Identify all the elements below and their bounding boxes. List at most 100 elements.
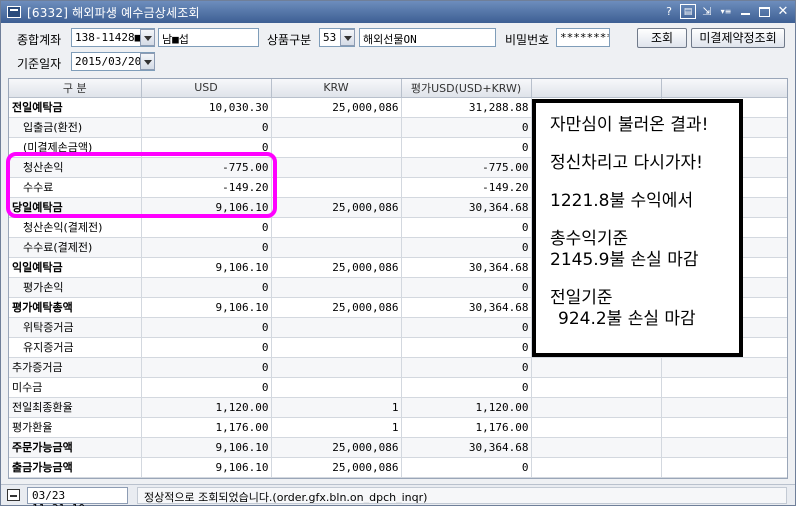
- row-label: 평가환율: [9, 417, 142, 438]
- query-row-account: 종합계좌 138-11428■ 남■섭 상품구분 53 해외선물ON 비밀번호 …: [1, 28, 795, 48]
- row-label: 청산손익(결제전): [9, 217, 142, 238]
- link-icon[interactable]: ⇲: [699, 4, 715, 19]
- usd-cell: 0: [141, 237, 272, 258]
- table-row[interactable]: 추가증거금 0 0: [9, 357, 787, 378]
- empty-cell: [661, 457, 787, 478]
- row-label: 전일예탁금: [9, 97, 142, 118]
- table-row[interactable]: 평가환율 1,176.00 1 1,176.00: [9, 417, 787, 438]
- annotation-note: 자만심이 불러온 결과! 정신차리고 다시가자! 1221.8불 수익에서 총수…: [532, 99, 743, 357]
- status-window-icon[interactable]: [7, 489, 20, 501]
- window-title: [6332] 해외파생 예수금상세조회: [27, 5, 200, 20]
- usd-cell: 0: [141, 117, 272, 138]
- empty-cell: [661, 437, 787, 458]
- close-icon[interactable]: ✕: [775, 4, 791, 19]
- eval-usd-cell: -775.00: [401, 157, 532, 178]
- row-label: 위탁증거금: [9, 317, 142, 338]
- krw-cell: 1: [271, 417, 402, 438]
- krw-cell: [271, 377, 402, 398]
- maximize-icon[interactable]: [756, 4, 772, 19]
- table-row[interactable]: 주문가능금액 9,106.10 25,000,086 30,364.68: [9, 437, 787, 458]
- note-line: 총수익기준: [550, 229, 629, 249]
- highlight-box: [6, 152, 277, 218]
- menu-icon[interactable]: ▾≡: [718, 4, 734, 19]
- table-row[interactable]: 출금가능금액 9,106.10 25,000,086 0: [9, 457, 787, 478]
- krw-cell: 1: [271, 397, 402, 418]
- note-line: 자만심이 불러온 결과!: [550, 115, 709, 135]
- krw-cell: [271, 217, 402, 238]
- krw-cell: [271, 117, 402, 138]
- status-time: 03/23 11:31:10: [27, 487, 128, 506]
- eval-usd-cell: 1,120.00: [401, 397, 532, 418]
- eval-usd-cell: 30,364.68: [401, 257, 532, 278]
- table-row[interactable]: 전일최종환율 1,120.00 1 1,120.00: [9, 397, 787, 418]
- note-spacer: [550, 174, 725, 191]
- unsettled-positions-button[interactable]: 미결제약정조회: [691, 28, 785, 48]
- eval-usd-cell: -149.20: [401, 177, 532, 198]
- row-label: 수수료(결제전): [9, 237, 142, 258]
- krw-cell: [271, 137, 402, 158]
- usd-cell: 0: [141, 377, 272, 398]
- query-row-date: 기준일자 2015/03/20: [1, 52, 795, 72]
- empty-cell: [531, 377, 662, 398]
- empty-cell: [531, 397, 662, 418]
- app-window-icon: [7, 6, 21, 18]
- krw-cell: [271, 177, 402, 198]
- eval-usd-cell: 30,364.68: [401, 297, 532, 318]
- row-label: 유지증거금: [9, 337, 142, 358]
- column-header-krw[interactable]: KRW: [271, 79, 402, 98]
- note-spacer: [550, 212, 725, 229]
- help-icon[interactable]: ?: [661, 4, 677, 19]
- status-message: 정상적으로 조회되었습니다.(order.gfx.bln.on_dpch_inq…: [137, 487, 787, 504]
- usd-cell: 9,106.10: [141, 257, 272, 278]
- row-label: 평가예탁총액: [9, 297, 142, 318]
- eval-usd-cell: 0: [401, 337, 532, 358]
- eval-usd-cell: 0: [401, 117, 532, 138]
- eval-usd-cell: 30,364.68: [401, 197, 532, 218]
- date-label: 기준일자: [17, 57, 62, 71]
- note-line: 1221.8불 수익에서: [550, 191, 694, 211]
- search-button[interactable]: 조회: [637, 28, 687, 48]
- note-spacer: [550, 136, 725, 153]
- column-header-empty-2: [661, 79, 787, 98]
- row-label: 주문가능금액: [9, 437, 142, 458]
- empty-cell: [531, 417, 662, 438]
- usd-cell: 1,120.00: [141, 397, 272, 418]
- password-input[interactable]: ********: [556, 28, 610, 47]
- usd-cell: 10,030.30: [141, 97, 272, 118]
- eval-usd-cell: 0: [401, 357, 532, 378]
- note-line: 2145.9불 손실 마감: [550, 250, 699, 270]
- eval-usd-cell: 31,288.88: [401, 97, 532, 118]
- column-header-category[interactable]: 구 분: [9, 79, 142, 98]
- row-label: 출금가능금액: [9, 457, 142, 478]
- krw-cell: 25,000,086: [271, 457, 402, 478]
- layout-icon[interactable]: ▤: [680, 4, 696, 19]
- row-label: 익일예탁금: [9, 257, 142, 278]
- krw-cell: 25,000,086: [271, 257, 402, 278]
- eval-usd-cell: 0: [401, 377, 532, 398]
- row-label: 미수금: [9, 377, 142, 398]
- eval-usd-cell: 0: [401, 277, 532, 298]
- table-row[interactable]: 미수금 0 0: [9, 377, 787, 398]
- usd-cell: 9,106.10: [141, 457, 272, 478]
- column-header-eval-usd[interactable]: 평가USD(USD+KRW): [401, 79, 532, 98]
- account-dropdown-icon[interactable]: [140, 29, 155, 46]
- empty-cell: [531, 357, 662, 378]
- eval-usd-cell: 0: [401, 237, 532, 258]
- usd-cell: 1,176.00: [141, 417, 272, 438]
- date-dropdown-icon[interactable]: [140, 53, 155, 70]
- note-line: 924.2불 손실 마감: [558, 309, 696, 329]
- krw-cell: [271, 277, 402, 298]
- krw-cell: 25,000,086: [271, 97, 402, 118]
- product-dropdown-icon[interactable]: [340, 29, 355, 46]
- empty-cell: [531, 437, 662, 458]
- column-header-usd[interactable]: USD: [141, 79, 272, 98]
- krw-cell: 25,000,086: [271, 437, 402, 458]
- column-header-empty-1: [531, 79, 662, 98]
- empty-cell: [661, 417, 787, 438]
- krw-cell: [271, 237, 402, 258]
- eval-usd-cell: 0: [401, 217, 532, 238]
- usd-cell: 0: [141, 277, 272, 298]
- minimize-icon[interactable]: [737, 4, 753, 19]
- krw-cell: 25,000,086: [271, 197, 402, 218]
- row-label: 전일최종환율: [9, 397, 142, 418]
